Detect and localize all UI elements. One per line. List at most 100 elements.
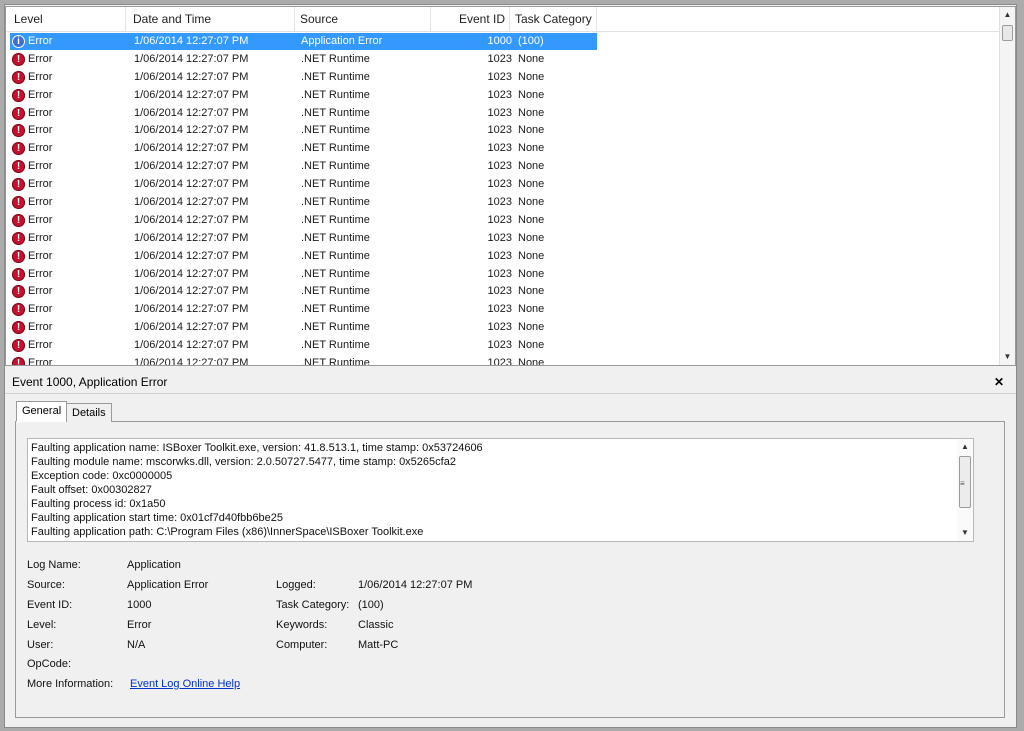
event-row[interactable]: ! Error 1/06/2014 12:27:07 PM .NET Runtime 1… [6,176,1002,194]
opcode-label: OpCode: [27,658,72,670]
error-icon: ! [12,249,25,263]
event-row[interactable]: ! Error 1/06/2014 12:27:07 PM .NET Runtime 1… [6,283,1002,301]
event-id: 1023 [487,70,512,83]
event-row[interactable]: ! Error 1/06/2014 12:27:07 PM .NET Runtime 1… [6,266,1002,284]
column-task-category[interactable]: Task Category [511,7,597,31]
event-date-time: 1/06/2014 12:27:07 PM [134,213,249,226]
error-icon: ! [12,70,25,84]
error-icon: ! [12,231,25,245]
computer-label: Computer: [276,639,328,651]
event-id: 1023 [487,231,512,244]
error-icon: ! [12,267,25,281]
column-event-id[interactable]: Event ID [431,7,510,31]
event-row[interactable]: i Error 1/06/2014 12:27:07 PM Application E… [6,33,1002,51]
event-level: Error [28,303,53,316]
event-row[interactable]: ! Error 1/06/2014 12:27:07 PM .NET Runtime 1… [6,337,1002,355]
event-level: Error [28,213,53,226]
event-row[interactable]: ! Error 1/06/2014 12:27:07 PM .NET Runtime 1… [6,355,1002,366]
event-task-category: None [518,52,545,65]
scroll-up-arrow-icon[interactable]: ▲ [1000,7,1015,23]
event-task-category: (100) [518,35,544,47]
event-id: 1023 [487,142,512,155]
logged-label: Logged: [276,579,316,591]
event-level: Error [28,35,53,47]
computer-value: Matt-PC [358,639,399,651]
event-task-category: None [518,303,545,316]
error-icon: ! [12,124,25,138]
event-id: 1023 [487,52,512,65]
description-scrollbar[interactable]: ▲ ≡ ▼ [957,439,973,541]
event-id: 1023 [487,196,512,209]
list-scroll-thumb[interactable] [1002,25,1013,41]
level-value: Error [127,619,152,631]
scroll-down-arrow-icon[interactable]: ▼ [1000,349,1015,365]
event-id: 1023 [487,267,512,280]
list-scrollbar[interactable]: ▲ ▼ [999,7,1015,365]
event-row[interactable]: ! Error 1/06/2014 12:27:07 PM .NET Runtime 1… [6,69,1002,87]
logged-value: 1/06/2014 12:27:07 PM [358,579,473,591]
description-line: Faulting module name: mscorwks.dll, vers… [31,456,456,468]
column-level[interactable]: Level [10,7,126,31]
scroll-down-arrow-icon[interactable]: ▼ [957,525,973,541]
event-row[interactable]: ! Error 1/06/2014 12:27:07 PM .NET Runtime 1… [6,140,1002,158]
error-icon: ! [12,339,25,353]
detail-titlebar: Event 1000, Application Error ✕ [5,371,1016,394]
event-level: Error [28,70,53,83]
event-level: Error [28,339,53,352]
event-row[interactable]: ! Error 1/06/2014 12:27:07 PM .NET Runtime 1… [6,230,1002,248]
event-row[interactable]: ! Error 1/06/2014 12:27:07 PM .NET Runtime 1… [6,158,1002,176]
event-id: 1023 [487,213,512,226]
tab-general[interactable]: General [16,401,68,422]
user-label: User: [27,639,54,651]
event-row[interactable]: ! Error 1/06/2014 12:27:07 PM .NET Runtime 1… [6,51,1002,69]
event-id: 1023 [487,321,512,334]
event-id: 1023 [487,178,512,191]
event-source: .NET Runtime [301,142,370,155]
column-source[interactable]: Source [296,7,431,31]
event-date-time: 1/06/2014 12:27:07 PM [134,303,249,316]
level-label: Level: [27,619,57,631]
event-source: Application Error [301,35,383,47]
event-level: Error [28,178,53,191]
event-level: Error [28,357,53,366]
event-source: .NET Runtime [301,249,370,262]
event-source: .NET Runtime [301,124,370,137]
event-source: .NET Runtime [301,196,370,209]
event-id-label: Event ID: [27,599,73,611]
log-name-value: Application [127,559,181,571]
event-date-time: 1/06/2014 12:27:07 PM [134,142,249,155]
event-date-time: 1/06/2014 12:27:07 PM [134,88,249,101]
event-level: Error [28,196,53,209]
event-source: .NET Runtime [301,285,370,298]
event-row[interactable]: ! Error 1/06/2014 12:27:07 PM .NET Runtime 1… [6,87,1002,105]
event-id: 1023 [487,88,512,101]
scroll-up-arrow-icon[interactable]: ▲ [957,439,973,455]
error-icon: ! [12,160,25,174]
source-label: Source: [27,579,65,591]
event-id: 1023 [487,106,512,119]
event-row[interactable]: ! Error 1/06/2014 12:27:07 PM .NET Runtime 1… [6,248,1002,266]
event-task-category: None [518,178,545,191]
description-line: Faulting application start time: 0x01cf7… [31,512,283,524]
error-icon: ! [12,303,25,317]
event-level: Error [28,106,53,119]
event-row[interactable]: ! Error 1/06/2014 12:27:07 PM .NET Runtime 1… [6,212,1002,230]
scroll-grip-icon: ≡ [960,479,965,488]
tab-details[interactable]: Details [66,403,112,422]
event-row[interactable]: ! Error 1/06/2014 12:27:07 PM .NET Runtime 1… [6,194,1002,212]
event-source: .NET Runtime [301,178,370,191]
event-id-value: 1000 [127,599,152,611]
event-log-online-help-link[interactable]: Event Log Online Help [130,678,240,690]
event-description[interactable]: Faulting application name: ISBoxer Toolk… [27,438,974,542]
column-date-time[interactable]: Date and Time [129,7,295,31]
user-value: N/A [127,639,146,651]
event-row[interactable]: ! Error 1/06/2014 12:27:07 PM .NET Runtime 1… [6,105,1002,123]
close-icon[interactable]: ✕ [994,371,1004,393]
event-date-time: 1/06/2014 12:27:07 PM [134,321,249,334]
event-row[interactable]: ! Error 1/06/2014 12:27:07 PM .NET Runtime 1… [6,319,1002,337]
event-row[interactable]: ! Error 1/06/2014 12:27:07 PM .NET Runtime 1… [6,301,1002,319]
keywords-value: Classic [358,619,394,631]
event-row[interactable]: ! Error 1/06/2014 12:27:07 PM .NET Runtime 1… [6,122,1002,140]
event-id: 1023 [487,124,512,137]
event-task-category: None [518,124,545,137]
